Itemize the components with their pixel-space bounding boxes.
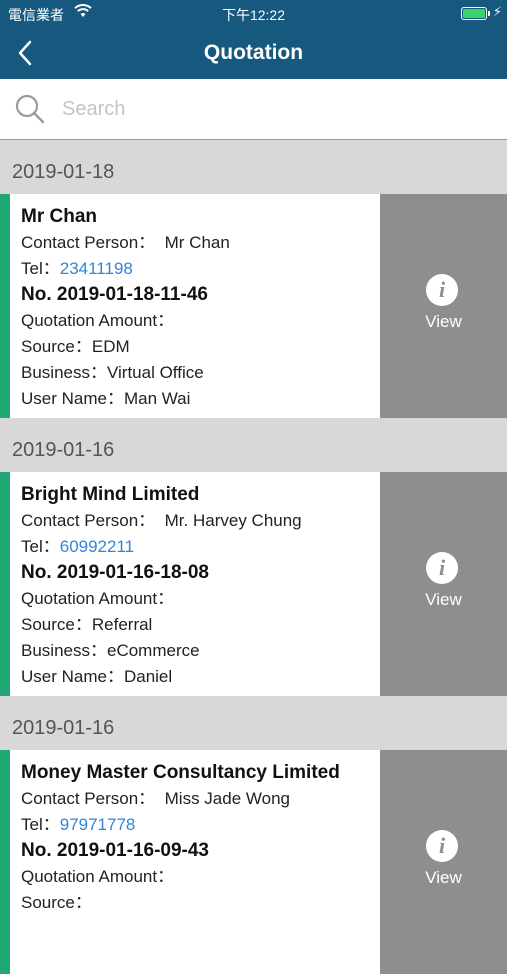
card-details: Money Master Consultancy Limited Contact… <box>21 759 377 916</box>
tel-label: Tel： <box>21 537 60 556</box>
amount-row: Quotation Amount： <box>21 586 377 612</box>
view-label: View <box>425 590 462 609</box>
company-name: Money Master Consultancy Limited <box>21 762 340 783</box>
user-value: Daniel <box>123 667 173 686</box>
business-row: Business：eCommerce <box>21 638 377 664</box>
quotation-number: No. 2019-01-18-11-46 <box>21 284 208 305</box>
phone-link[interactable]: 60992211 <box>60 537 134 556</box>
quotation-number: No. 2019-01-16-18-08 <box>21 562 209 583</box>
contact-row: Contact Person： Mr Chan <box>21 230 377 256</box>
source-row: Source：EDM <box>21 334 377 360</box>
contact-label: Contact Person： <box>21 511 156 530</box>
view-button[interactable]: i View <box>380 750 507 974</box>
user-row: User Name：Daniel <box>21 664 377 690</box>
date-header: 2019-01-16 <box>0 696 507 750</box>
quotation-card[interactable]: Mr Chan Contact Person： Mr Chan Tel：2341… <box>0 194 507 418</box>
search-icon <box>14 93 46 130</box>
date-header: 2019-01-16 <box>0 418 507 472</box>
source-value: EDM <box>91 337 130 356</box>
business-label: Business： <box>21 641 107 660</box>
card-details: Bright Mind Limited Contact Person： Mr. … <box>21 481 377 690</box>
user-label: User Name： <box>21 389 124 408</box>
info-icon: i <box>426 552 458 584</box>
contact-value: Miss Jade Wong <box>164 789 290 808</box>
user-row: User Name：Man Wai <box>21 386 377 412</box>
company-name: Mr Chan <box>21 206 97 227</box>
contact-row: Contact Person： Mr. Harvey Chung <box>21 508 377 534</box>
battery-icon <box>461 7 487 20</box>
business-value: Virtual Office <box>106 363 204 382</box>
battery-tip <box>488 11 490 16</box>
contact-row: Contact Person： Miss Jade Wong <box>21 786 377 812</box>
source-label: Source： <box>21 893 92 912</box>
amount-label: Quotation Amount： <box>21 867 175 886</box>
amount-row: Quotation Amount： <box>21 308 377 334</box>
tel-row: Tel：97971778 <box>21 812 377 838</box>
info-icon: i <box>426 274 458 306</box>
phone-link[interactable]: 23411198 <box>60 259 133 278</box>
card-details: Mr Chan Contact Person： Mr Chan Tel：2341… <box>21 203 377 412</box>
source-row: Source： <box>21 890 377 916</box>
quotation-card[interactable]: Bright Mind Limited Contact Person： Mr. … <box>0 472 507 696</box>
search-bar <box>0 79 507 140</box>
status-accent-bar <box>0 750 10 974</box>
quotation-number: No. 2019-01-16-09-43 <box>21 840 209 861</box>
view-label: View <box>425 312 462 331</box>
search-input[interactable] <box>60 93 484 125</box>
user-label: User Name： <box>21 667 124 686</box>
contact-value: Mr. Harvey Chung <box>164 511 302 530</box>
quotation-card[interactable]: Money Master Consultancy Limited Contact… <box>0 750 507 974</box>
view-button[interactable]: i View <box>380 194 507 418</box>
status-accent-bar <box>0 472 10 696</box>
date-header: 2019-01-18 <box>0 140 507 194</box>
user-value: Man Wai <box>123 389 191 408</box>
amount-label: Quotation Amount： <box>21 311 175 330</box>
contact-value: Mr Chan <box>164 233 230 252</box>
view-label: View <box>425 868 462 887</box>
tel-row: Tel：23411198 <box>21 256 377 282</box>
source-row: Source：Referral <box>21 612 377 638</box>
contact-label: Contact Person： <box>21 789 156 808</box>
quotation-list: 2019-01-18 Mr Chan Contact Person： Mr Ch… <box>0 140 507 974</box>
view-button[interactable]: i View <box>380 472 507 696</box>
business-label: Business： <box>21 363 107 382</box>
contact-label: Contact Person： <box>21 233 156 252</box>
status-bar: 電信業者 下午12:22 ⚡ <box>0 0 507 28</box>
tel-row: Tel：60992211 <box>21 534 377 560</box>
page-title: Quotation <box>203 41 304 64</box>
business-row: Business：Virtual Office <box>21 360 377 386</box>
clock: 下午12:22 <box>221 7 286 23</box>
charging-icon: ⚡ <box>492 4 502 19</box>
info-icon: i <box>426 830 458 862</box>
amount-row: Quotation Amount： <box>21 864 377 890</box>
tel-label: Tel： <box>21 815 60 834</box>
company-name: Bright Mind Limited <box>21 484 200 505</box>
status-accent-bar <box>0 194 10 418</box>
phone-link[interactable]: 97971778 <box>60 815 136 834</box>
source-label: Source： <box>21 337 92 356</box>
amount-label: Quotation Amount： <box>21 589 175 608</box>
nav-bar: Quotation <box>0 28 507 79</box>
source-value: Referral <box>91 615 153 634</box>
business-value: eCommerce <box>106 641 200 660</box>
tel-label: Tel： <box>21 259 60 278</box>
source-label: Source： <box>21 615 92 634</box>
